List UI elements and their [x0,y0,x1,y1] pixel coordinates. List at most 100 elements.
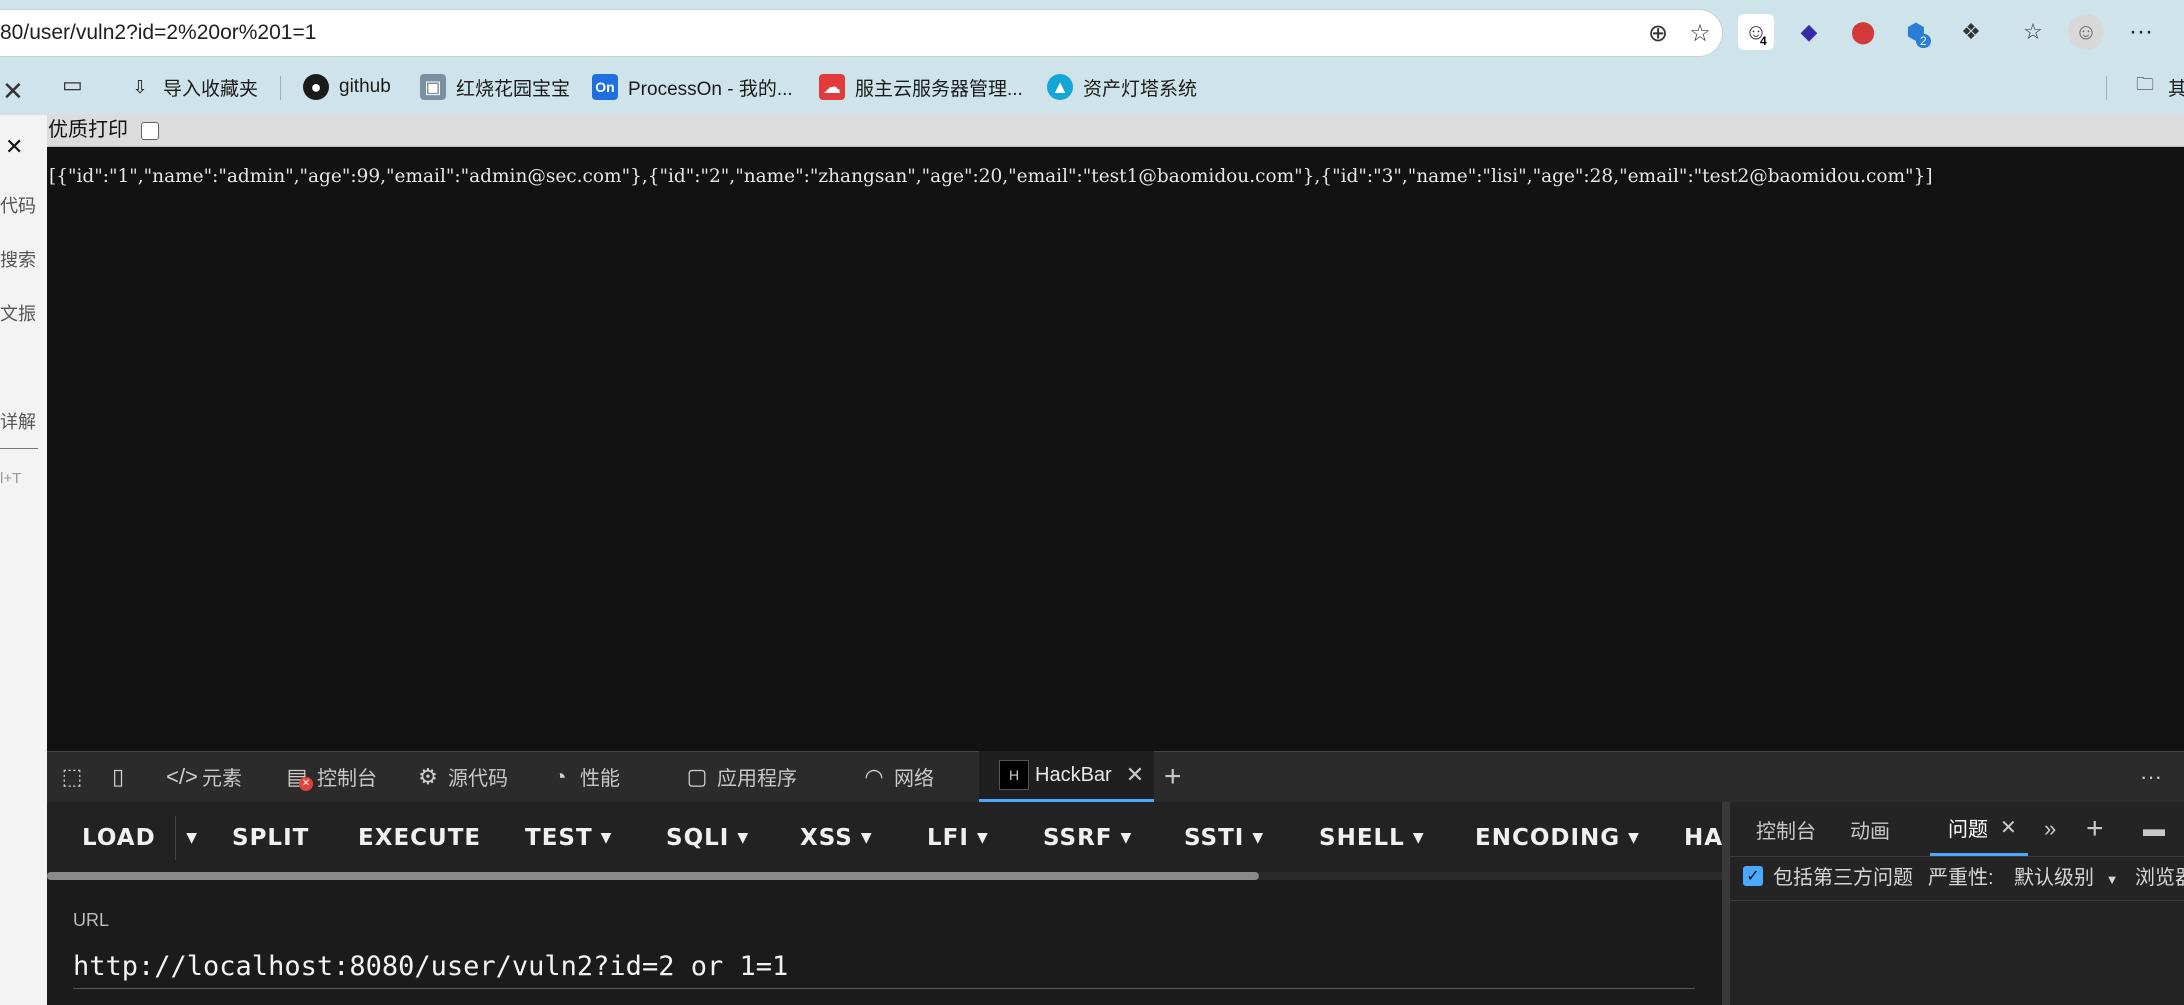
puzzle-icon[interactable]: ❖ [1953,14,1989,50]
tab-label: 网络 [894,768,934,790]
ha-menu[interactable]: HA [1684,816,1722,860]
bookmark-label: 资产灯塔系统 [1083,78,1198,100]
severity-value: 默认级别 [2014,867,2094,889]
side-panel-item[interactable]: 代码 [0,192,40,218]
tab-hackbar[interactable]: H HackBar ✕ [979,751,1154,802]
cloud-icon: ☁ [819,74,845,100]
pretty-print-bar [47,115,2184,147]
url-label: URL [73,910,110,930]
tab-label: 应用程序 [717,768,797,790]
wifi-icon: ◠ [864,763,884,789]
test-menu[interactable]: TEST ▼ [525,816,612,860]
tab-label: 元素 [202,768,242,790]
device-toggle-icon[interactable]: ▯ [104,751,138,802]
encoding-menu[interactable]: ENCODING ▼ [1475,816,1640,860]
caret-down-icon: ▼ [600,830,613,846]
inspect-icon[interactable]: ⬚ [58,751,92,802]
lfi-menu[interactable]: LFI ▼ [927,816,989,860]
url-input[interactable] [73,944,1695,989]
load-button[interactable]: LOAD [82,816,156,860]
processon-icon: On [592,74,618,100]
xss-menu[interactable]: XSS ▼ [800,816,873,860]
split-button[interactable]: SPLIT [232,816,309,860]
execute-button[interactable]: EXECUTE [358,816,481,860]
menu-label: XSS [800,825,853,851]
bookmark-divider [2106,76,2107,100]
more-menu-icon[interactable]: ··· [2123,14,2159,50]
avatar[interactable]: ☺ [2068,14,2104,50]
add-tab-icon[interactable]: + [1164,751,1182,802]
add-tab-icon[interactable]: + [2086,802,2104,856]
more-tabs-icon[interactable]: » [2044,802,2056,856]
tab-application[interactable]: ▢ 应用程序 [683,751,797,802]
close-icon[interactable]: ✕ [5,134,23,160]
side-panel-item[interactable]: 搜索 [0,246,40,272]
shell-menu[interactable]: SHELL ▼ [1319,816,1425,860]
dock-icon[interactable]: ▬ [2143,802,2165,856]
tab-console[interactable]: ▤ ✕ 控制台 [283,751,377,802]
caret-down-icon: ▼ [1628,830,1640,846]
pin-off-icon[interactable]: ✕ [2,76,24,107]
bookmark-cloud[interactable]: ☁ 服主云服务器管理... [819,70,1023,104]
side-panel-item[interactable]: 详解 [0,408,40,434]
side-panel-item[interactable]: 文振 [0,300,40,326]
bookmark-label: 服主云服务器管理... [855,78,1023,100]
ssti-menu[interactable]: SSTI ▼ [1184,816,1264,860]
bookmark-import[interactable]: ⇩ 导入收藏夹 [127,70,258,104]
side-divider [0,448,38,449]
tab-actions-icon[interactable]: ▭ [62,72,83,98]
folder-icon: 🗀 [2136,74,2154,94]
zoom-icon[interactable]: ⊕ [1643,18,1673,48]
address-url[interactable]: 80/user/vuln2?id=2%20or%201=1 [0,10,316,56]
bookmark-hongshao[interactable]: ▣ 红烧花园宝宝 [420,70,570,104]
menu-label: ENCODING [1475,825,1621,851]
caret-down-icon: ▼ [1120,830,1133,846]
sqli-menu[interactable]: SQLI ▼ [666,816,749,860]
severity-select[interactable]: 默认级别 ▼ [2014,856,2118,901]
json-response: [{"id":"1","name":"admin","age":99,"emai… [49,166,1933,187]
github-icon: ● [303,74,329,100]
close-tab-icon[interactable]: ✕ [1126,762,1144,788]
menu-label: TEST [525,825,593,851]
favorites-icon[interactable]: ☆ [2015,14,2051,50]
panel-splitter[interactable] [1722,802,1730,1005]
stop-extension-icon[interactable]: ⬤ [1845,14,1881,50]
emoji-extension-icon[interactable]: ☺ [1738,14,1774,50]
bookmark-processon[interactable]: On ProcessOn - 我的... [592,70,793,104]
favorite-star-icon[interactable]: ☆ [1685,18,1715,48]
pretty-print-label: 优质打印 [48,119,128,141]
tab-sources[interactable]: ⚙ 源代码 [414,751,508,802]
side-panel-shortcut: l+T [0,470,22,487]
hackbar-scrollbar[interactable] [47,872,1259,880]
tab-elements[interactable]: </> 元素 [166,751,242,802]
devtools-more-icon[interactable]: ··· [2140,751,2162,802]
tab-performance[interactable]: ◔ 性能 [546,751,620,802]
browser-filter[interactable]: 浏览器 [2135,856,2184,901]
menu-label: SSTI [1184,825,1245,851]
include-third-party-checkbox[interactable]: ✓ [1743,866,1763,886]
tab-network[interactable]: ◠ 网络 [860,751,934,802]
tab-label: 控制台 [317,768,377,790]
drawer-tab-animation[interactable]: 动画 [1850,802,1890,856]
caret-down-icon: ▼ [737,830,750,846]
bookmark-lighthouse[interactable]: ▲ 资产灯塔系统 [1047,70,1197,104]
ssrf-menu[interactable]: SSRF ▼ [1043,816,1132,860]
other-bookmarks[interactable]: 🗀 其 [2132,70,2184,104]
bookmark-github[interactable]: ● github [303,70,391,104]
load-dropdown-icon[interactable]: ▼ [175,816,198,860]
bookmark-label: github [339,76,391,97]
close-tab-icon[interactable]: ✕ [2000,815,2017,840]
menu-label: LFI [927,825,969,851]
drawer-tab-issues[interactable]: 问题 ✕ [1930,802,2028,856]
diamond-extension-icon[interactable]: ◆ [1791,14,1827,50]
caret-down-icon: ▼ [2105,872,2119,887]
severity-label: 严重性: [1928,867,1994,889]
tab-label: HackBar [1035,763,1112,786]
drawer-tab-console[interactable]: 控制台 [1756,802,1816,856]
address-bar[interactable]: 80/user/vuln2?id=2%20or%201=1 ⊕ ☆ [0,10,1722,56]
tab-label: 问题 [1948,819,1988,841]
pretty-print-checkbox[interactable] [141,122,159,140]
image-icon: ▣ [420,74,446,100]
caret-down-icon: ▼ [1252,830,1265,846]
menu-label: SHELL [1319,825,1405,851]
